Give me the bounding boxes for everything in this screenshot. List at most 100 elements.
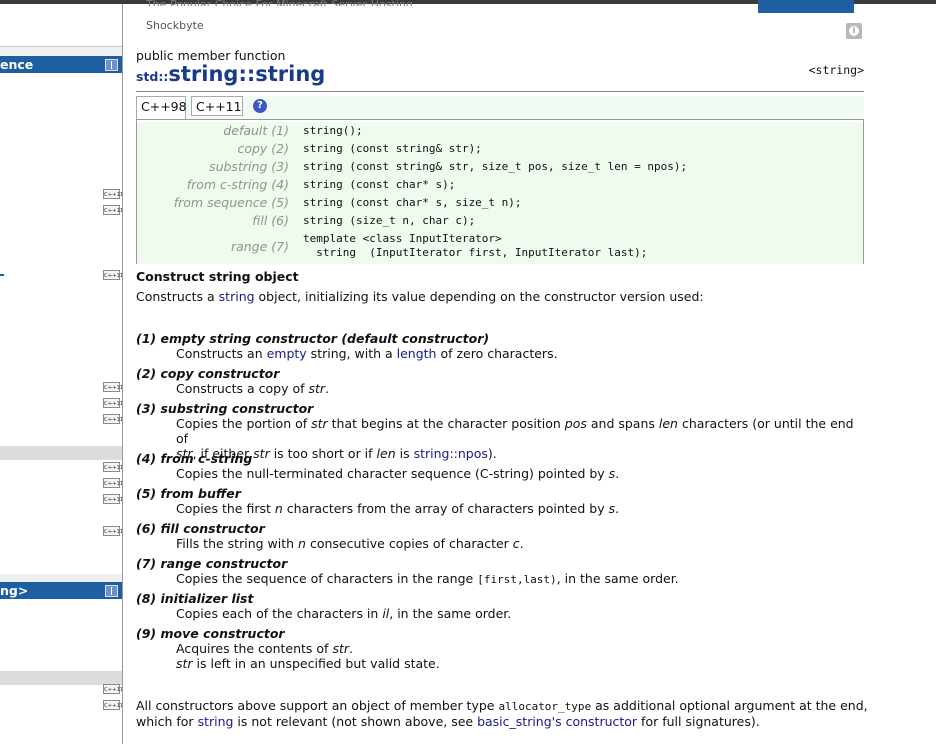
desc-text: that begins at the character position	[327, 416, 565, 431]
sidebar-current-marker	[0, 274, 4, 276]
param-name: len	[376, 446, 396, 461]
item-title: (6) fill constructor	[136, 521, 265, 536]
toggle-panel-icon[interactable]	[105, 59, 118, 71]
declaration-label: from c-string (4)	[186, 177, 289, 192]
cxx11-badge: C++11	[103, 398, 122, 408]
param-name: str	[253, 446, 270, 461]
item-description: Acquires the contents of str. str is left…	[176, 641, 864, 671]
cxx11-badge: C++11	[103, 414, 122, 424]
declaration-label: range (7)	[230, 239, 289, 254]
param-name: c	[512, 536, 520, 551]
desc-text: Copies each of the characters in	[176, 606, 383, 621]
item-description: Fills the string with n consecutive copi…	[176, 536, 864, 551]
desc-text: string, with a	[306, 346, 397, 361]
declaration-code: template <class InputIterator> string (I…	[303, 232, 648, 259]
ad-tagline[interactable]: The Popular Choice For Minecraft Server …	[146, 0, 416, 6]
intro-prefix: Constructs a	[136, 289, 219, 304]
item-title: (8) initializer list	[136, 591, 254, 606]
declaration-code: string (const string& str, size_t pos, s…	[303, 160, 688, 173]
declaration-row: from c-string (4) string (const char* s)…	[137, 176, 863, 195]
item-title: (3) substring constructor	[136, 401, 314, 416]
item-description: Copies the first n characters from the a…	[176, 501, 864, 516]
desc-text: Copies the first	[176, 501, 275, 516]
item-description: Copies the null-terminated character seq…	[176, 466, 864, 481]
sidebar-header-reference[interactable]: ence	[0, 56, 122, 73]
empty-link[interactable]: empty	[267, 346, 307, 361]
desc-text: Acquires the contents of	[176, 641, 333, 656]
desc-text: Copies the null-terminated character seq…	[176, 466, 609, 481]
ad-source[interactable]: Shockbyte	[146, 19, 204, 32]
sidebar-band	[0, 446, 122, 460]
footer-text: which for	[136, 714, 198, 729]
item-description: Copies the sequence of characters in the…	[176, 571, 864, 587]
desc-text: .	[615, 466, 620, 481]
desc-text: of zero characters.	[436, 346, 558, 361]
desc-text: .	[519, 536, 524, 551]
declaration-row: from sequence (5) string (const char* s,…	[137, 194, 863, 213]
tab-cpp11[interactable]: C++11	[191, 96, 243, 116]
cxx11-badge: C++11	[103, 205, 122, 215]
basic-string-constructor-link[interactable]: basic_string's constructor	[477, 714, 637, 729]
declarations-table: default (1) string(); copy (2) string (c…	[136, 119, 864, 264]
cxx11-badge: C++11	[103, 382, 122, 392]
item-title: (4) from c-string	[136, 451, 253, 466]
item-title: (2) copy constructor	[136, 366, 280, 381]
desc-text: Copies the sequence of characters in the…	[176, 571, 478, 586]
sidebar-band	[0, 671, 122, 685]
desc-text: , in the same order.	[556, 571, 679, 586]
footer-text: as additional optional argument at the e…	[591, 698, 868, 713]
section-heading: Construct string object	[136, 269, 299, 284]
declaration-code: string (const char* s, size_t n);	[303, 196, 522, 209]
string-link[interactable]: string	[219, 289, 255, 304]
cxx11-badge: C++11	[103, 270, 122, 280]
sidebar-top-box	[0, 4, 122, 47]
help-icon[interactable]: ?	[253, 99, 267, 113]
desc-text: consecutive copies of character	[305, 536, 513, 551]
param-name: str	[308, 381, 326, 396]
param-name: n	[298, 536, 306, 551]
item-description: Constructs a copy of str.	[176, 381, 864, 396]
param-name: str	[176, 656, 193, 671]
intro-text: Constructs a string object, initializing…	[136, 289, 704, 304]
ad-button[interactable]	[758, 0, 854, 13]
declaration-code: string();	[303, 124, 363, 137]
param-name: n	[274, 501, 283, 516]
footer-note: All constructors above support an object…	[136, 698, 868, 729]
desc-text: is left in an unspecified but valid stat…	[192, 656, 440, 671]
member-kind: public member function	[136, 48, 286, 63]
cxx11-badge: C++11	[103, 700, 122, 710]
header-name[interactable]: <string>	[809, 63, 864, 77]
cxx11-badge: C++11	[103, 189, 122, 199]
sidebar-header-label: ng>	[0, 583, 29, 598]
desc-text: Constructs a copy of	[176, 381, 309, 396]
desc-text: and spans	[586, 416, 659, 431]
sidebar-header-label: ence	[0, 57, 34, 72]
code-range: [first,last)	[477, 573, 557, 586]
length-link[interactable]: length	[397, 346, 437, 361]
tab-cpp98[interactable]: C++98	[136, 96, 187, 120]
info-icon[interactable]: i	[846, 23, 862, 39]
declaration-code: string (const string& str);	[303, 142, 482, 155]
declaration-label: fill (6)	[252, 213, 289, 228]
toggle-panel-icon[interactable]	[105, 585, 118, 597]
item-title: (1) empty string constructor (default co…	[136, 331, 490, 346]
cxx11-badge: C++11	[103, 494, 122, 504]
declaration-label: substring (3)	[209, 159, 289, 174]
desc-text: , in the same order.	[389, 606, 512, 621]
declaration-row: fill (6) string (size_t n, char c);	[137, 212, 863, 231]
declaration-code: string (size_t n, char c);	[303, 214, 476, 227]
footer-text: is not relevant (not shown above, see	[233, 714, 478, 729]
string-link[interactable]: string	[198, 714, 234, 729]
param-name: str	[332, 641, 349, 656]
cxx11-badge: C++11	[103, 462, 122, 472]
item-title: (7) range constructor	[136, 556, 288, 571]
item-description: Copies the portion of str that begins at…	[176, 416, 864, 461]
npos-link[interactable]: string::npos	[414, 446, 488, 461]
sidebar-header-string[interactable]: ng>	[0, 582, 122, 599]
desc-text: Fills the string with	[176, 536, 299, 551]
param-name: str	[311, 416, 328, 431]
desc-text: characters from the array of characters …	[282, 501, 609, 516]
desc-text: is too short or if	[269, 446, 377, 461]
sidebar-list-panel-3	[0, 599, 122, 671]
desc-text: .	[325, 381, 330, 396]
